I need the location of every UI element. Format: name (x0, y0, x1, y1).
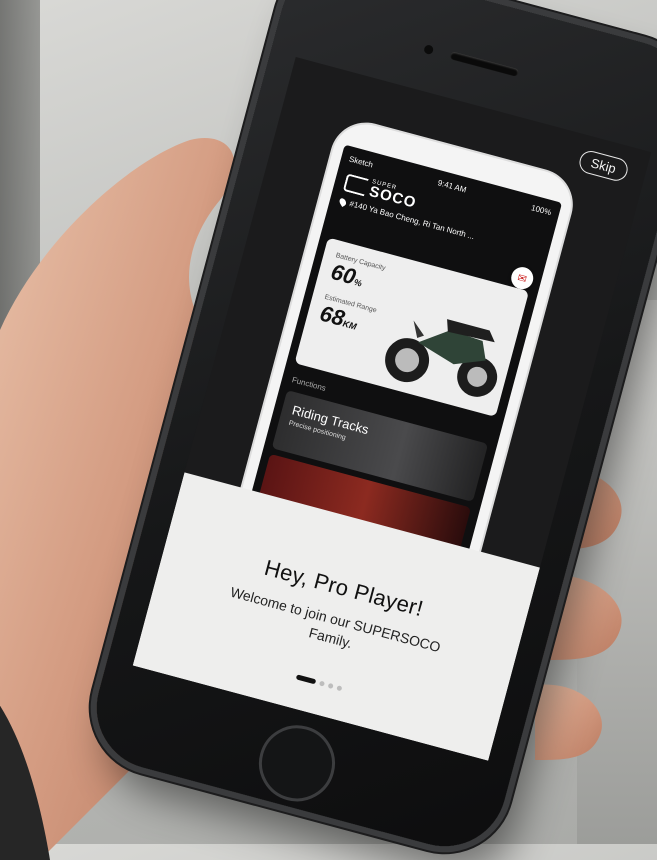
earpiece-speaker (449, 51, 520, 77)
vehicle-status-card: Battery Capacity 60% Estimated Range 68K… (294, 237, 530, 417)
page-dot[interactable] (335, 685, 342, 692)
page-dot[interactable] (318, 680, 325, 687)
status-battery: 100% (530, 202, 553, 217)
home-button[interactable] (250, 716, 344, 810)
background-left (0, 0, 40, 844)
phone-screen: Skip Sketch 9:41 AM 100% SUPER SOCO #140… (132, 56, 652, 761)
motorcycle-image (385, 319, 498, 397)
functions-label: Functions (290, 375, 327, 393)
location-pin-icon (338, 196, 348, 207)
page-dot-active[interactable] (295, 674, 316, 685)
page-dot[interactable] (327, 682, 334, 689)
page-indicator (295, 674, 342, 692)
phone-wrapper: Skip Sketch 9:41 AM 100% SUPER SOCO #140… (82, 0, 657, 860)
skip-button[interactable]: Skip (576, 148, 631, 184)
phone-device: Skip Sketch 9:41 AM 100% SUPER SOCO #140… (82, 0, 657, 860)
front-camera (423, 44, 435, 56)
